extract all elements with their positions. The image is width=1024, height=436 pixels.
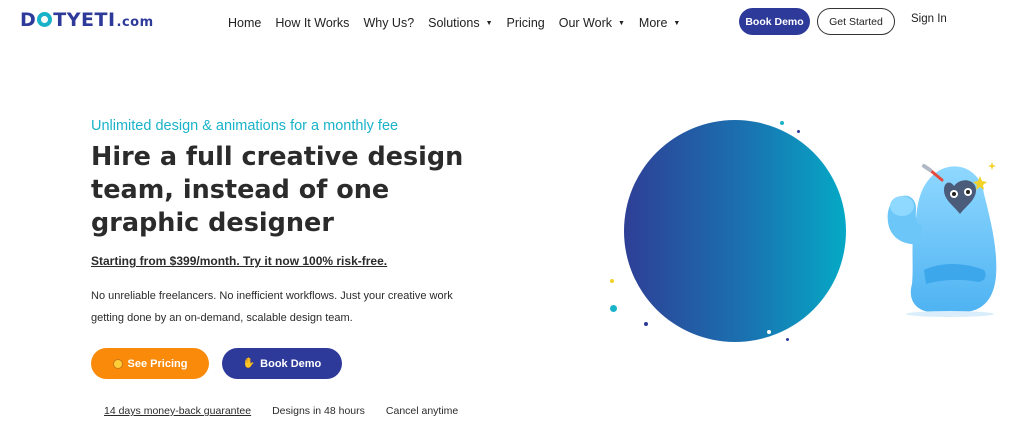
money-back-guarantee-link[interactable]: 14 days money-back guarantee: [104, 405, 251, 417]
hero-book-demo-button[interactable]: ✋ Book Demo: [222, 348, 342, 379]
decor-dot: [780, 121, 784, 125]
nav-item-label: Solutions: [428, 16, 480, 30]
nav-item-pricing[interactable]: Pricing: [507, 16, 545, 30]
decor-dot: [610, 305, 617, 312]
nav-item-home[interactable]: Home: [228, 16, 261, 30]
perk-designs-48-hours: Designs in 48 hours: [272, 405, 365, 417]
nav-item-our-work[interactable]: Our Work ▼: [559, 16, 625, 30]
nav-item-why-us[interactable]: Why Us?: [363, 16, 414, 30]
decor-dot: [797, 130, 800, 133]
smiley-emoji-icon: [112, 358, 123, 369]
decor-dot: [644, 322, 648, 326]
see-pricing-button[interactable]: See Pricing: [91, 348, 209, 379]
logo-suffix: .com: [116, 15, 154, 30]
decor-dot: [610, 279, 614, 283]
nav-item-more[interactable]: More ▼: [639, 16, 680, 30]
caret-down-icon: ▼: [485, 19, 493, 27]
nav-item-how-it-works[interactable]: How It Works: [275, 16, 349, 30]
decor-dot: [786, 338, 789, 341]
caret-down-icon: ▼: [617, 19, 625, 27]
nav-item-label: Home: [228, 16, 262, 30]
top-navigation: D TYETI .com Home How It Works Why Us? Sol…: [0, 0, 1024, 44]
perks-row: 14 days money-back guarantee Designs in …: [104, 405, 479, 417]
hero-description: No unreliable freelancers. No inefficien…: [91, 290, 453, 324]
pricing-link[interactable]: Starting from $399/month. Try it now 100…: [91, 254, 387, 268]
logo-text-tyeti: TYETI: [53, 9, 116, 31]
logo-letter-d: D: [20, 9, 37, 31]
logo-o-icon: [37, 12, 53, 27]
hero-eyebrow: Unlimited design & animations for a mont…: [91, 118, 399, 134]
hero-gradient-circle: [624, 120, 846, 342]
nav-item-label: Pricing: [506, 16, 545, 30]
waving-hand-emoji-icon: ✋: [242, 358, 256, 369]
sign-in-link[interactable]: Sign In: [911, 13, 947, 25]
caret-down-icon: ▼: [673, 19, 681, 27]
hero-headline: Hire a full creative design team, instea…: [91, 142, 464, 238]
dotyeti-logo[interactable]: D TYETI .com: [20, 9, 154, 31]
see-pricing-label: See Pricing: [127, 357, 188, 370]
nav-item-label: More: [638, 16, 668, 30]
nav-item-label: Our Work: [558, 16, 612, 30]
main-menu: Home How It Works Why Us? Solutions ▼ Pri…: [228, 16, 694, 30]
decor-dot: [767, 330, 771, 334]
book-demo-button[interactable]: Book Demo: [739, 8, 810, 35]
hero-book-demo-label: Book Demo: [260, 357, 322, 370]
nav-item-label: Why Us?: [363, 16, 415, 30]
perk-cancel-anytime: Cancel anytime: [385, 405, 459, 417]
nav-item-label: How It Works: [275, 16, 350, 30]
nav-item-solutions[interactable]: Solutions ▼: [428, 16, 492, 30]
get-started-button[interactable]: Get Started: [817, 8, 895, 35]
yeti-mascot-icon: [887, 162, 997, 317]
